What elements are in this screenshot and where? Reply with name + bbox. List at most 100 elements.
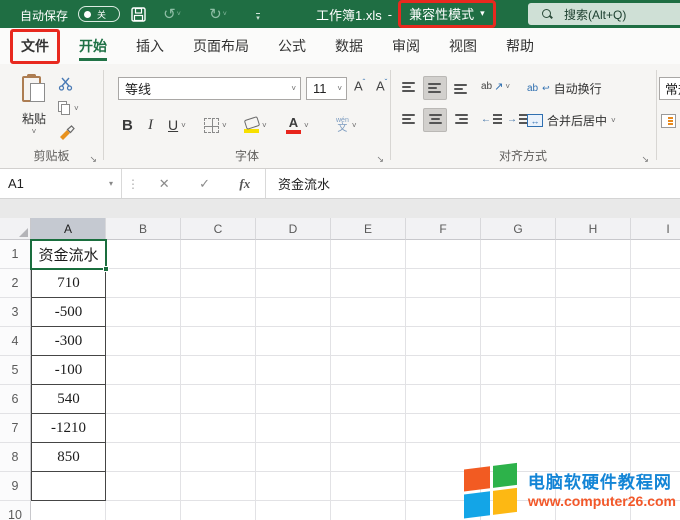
cell-C4[interactable] [181,327,256,356]
cell-B6[interactable] [106,385,181,414]
cell-D10[interactable] [256,501,331,520]
cell-D2[interactable] [256,269,331,298]
cell-C1[interactable] [181,240,256,269]
cell-A9[interactable] [31,472,106,501]
cell-D8[interactable] [256,443,331,472]
select-all-corner[interactable] [0,218,31,240]
phonetic-guide-button[interactable]: wén 文 ˅ [336,112,357,138]
cell-A7[interactable]: -1210 [31,414,106,443]
tab-help[interactable]: 帮助 [496,29,544,64]
cell-B9[interactable] [106,472,181,501]
cell-E10[interactable] [331,501,406,520]
row-header-6[interactable]: 6 [0,385,31,414]
cell-C6[interactable] [181,385,256,414]
tab-file[interactable]: 文件 [10,29,60,64]
cell-F3[interactable] [406,298,481,327]
name-box[interactable]: A1 ▾ [0,169,122,198]
font-dialog-launcher[interactable]: ↘ [376,155,384,164]
format-painter-button[interactable] [58,120,98,144]
cell-C2[interactable] [181,269,256,298]
cell-D6[interactable] [256,385,331,414]
autosave-toggle[interactable]: 关 [78,6,120,22]
grow-font-button[interactable]: Aˆ [354,78,365,93]
cell-B5[interactable] [106,356,181,385]
cell-I2[interactable] [631,269,680,298]
cell-F2[interactable] [406,269,481,298]
tab-page-layout[interactable]: 页面布局 [183,29,259,64]
cell-I5[interactable] [631,356,680,385]
font-name-select[interactable]: 等线 ˅ [118,77,301,100]
tab-insert[interactable]: 插入 [126,29,174,64]
cell-F7[interactable] [406,414,481,443]
cell-F1[interactable] [406,240,481,269]
cell-D9[interactable] [256,472,331,501]
save-button[interactable] [128,5,148,23]
column-header-H[interactable]: H [556,218,631,240]
align-top-button[interactable] [397,76,421,100]
cell-G3[interactable] [481,298,556,327]
fill-handle[interactable] [103,266,109,272]
tab-view[interactable]: 视图 [439,29,487,64]
cell-C3[interactable] [181,298,256,327]
cell-F6[interactable] [406,385,481,414]
shrink-font-button[interactable]: Aˇ [376,78,387,93]
cell-E2[interactable] [331,269,406,298]
cell-B3[interactable] [106,298,181,327]
cell-C10[interactable] [181,501,256,520]
cell-H2[interactable] [556,269,631,298]
cell-I1[interactable] [631,240,680,269]
cell-A1[interactable]: 资金流水 [31,240,106,269]
cell-C8[interactable] [181,443,256,472]
cell-H7[interactable] [556,414,631,443]
align-middle-button[interactable] [423,76,447,100]
cell-E7[interactable] [331,414,406,443]
cell-A8[interactable]: 850 [31,443,106,472]
cell-D3[interactable] [256,298,331,327]
cell-B4[interactable] [106,327,181,356]
cancel-button[interactable]: ✕ [159,176,170,192]
bold-button[interactable]: B [122,112,133,138]
cell-G4[interactable] [481,327,556,356]
italic-button[interactable]: I [148,112,153,138]
copy-button[interactable]: ˅ [58,96,98,120]
fill-color-button[interactable]: ˅ [244,112,267,138]
insert-function-button[interactable]: fx [239,176,250,192]
cell-B8[interactable] [106,443,181,472]
paste-button[interactable]: 粘贴 ˅ [12,72,56,150]
cell-H6[interactable] [556,385,631,414]
orientation-button[interactable]: ab ↗ ˅ [481,80,510,93]
redo-button[interactable]: ↻ ˅ [208,5,228,23]
cell-G2[interactable] [481,269,556,298]
cell-I3[interactable] [631,298,680,327]
cell-E8[interactable] [331,443,406,472]
borders-button[interactable]: ˅ [204,112,227,138]
decrease-indent-button[interactable]: ← [481,113,502,125]
row-header-9[interactable]: 9 [0,472,31,501]
cell-B10[interactable] [106,501,181,520]
cell-A3[interactable]: -500 [31,298,106,327]
column-header-C[interactable]: C [181,218,256,240]
cell-F4[interactable] [406,327,481,356]
cell-E9[interactable] [331,472,406,501]
tab-data[interactable]: 数据 [325,29,373,64]
accounting-format-icon[interactable] [661,114,676,128]
cell-A5[interactable]: -100 [31,356,106,385]
align-left-button[interactable] [397,108,421,132]
cell-C7[interactable] [181,414,256,443]
row-header-3[interactable]: 3 [0,298,31,327]
cell-H5[interactable] [556,356,631,385]
compatibility-mode-badge[interactable]: 兼容性模式 ▾ [398,0,496,28]
cell-A10[interactable] [31,501,106,520]
cell-A2[interactable]: 710 [31,269,106,298]
cell-F5[interactable] [406,356,481,385]
tab-review[interactable]: 审阅 [382,29,430,64]
tab-home[interactable]: 开始 [69,29,117,64]
cell-E1[interactable] [331,240,406,269]
cell-B7[interactable] [106,414,181,443]
font-color-button[interactable]: A ˅ [286,112,309,138]
column-header-F[interactable]: F [406,218,481,240]
row-header-8[interactable]: 8 [0,443,31,472]
cell-A6[interactable]: 540 [31,385,106,414]
cell-I6[interactable] [631,385,680,414]
cell-D1[interactable] [256,240,331,269]
